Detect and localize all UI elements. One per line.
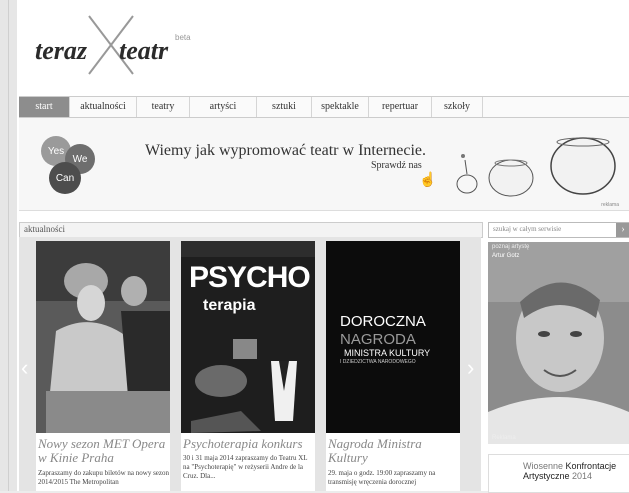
- slider-prev-icon[interactable]: ‹: [21, 355, 28, 381]
- news-card-title[interactable]: Psychoterapia konkurs: [183, 437, 317, 451]
- nav-start[interactable]: start: [19, 97, 70, 117]
- news-section-header: aktualności: [19, 222, 483, 238]
- news-card-excerpt: 29. maja o godz. 19:00 zapraszamy na tra…: [328, 469, 436, 486]
- promo-banner[interactable]: Yes We Can Wiemy jak wypromować teatr w …: [19, 118, 629, 211]
- artist-portrait-image: [488, 242, 629, 444]
- nav-sztuki[interactable]: sztuki: [257, 97, 312, 117]
- nav-spektakle[interactable]: spektakle: [312, 97, 369, 117]
- slider-next-icon[interactable]: ›: [467, 355, 474, 381]
- met-opera-photo[interactable]: [36, 241, 170, 433]
- poster-line-ministra: MINISTRA KULTURY: [344, 348, 431, 358]
- search-submit-icon[interactable]: ›: [616, 223, 629, 237]
- nav-aktualnosci[interactable]: aktualności: [70, 97, 137, 117]
- poster-line-doroczna: DOROCZNA: [340, 313, 426, 330]
- promo-highlight: Konfrontacje: [565, 461, 617, 471]
- artist-section-label: poznaj artystę: [492, 244, 530, 250]
- nav-artysci[interactable]: artyści: [190, 97, 257, 117]
- site-logo[interactable]: teraz teatr beta: [35, 14, 205, 84]
- promo-prefix: Wiosenne: [523, 461, 564, 471]
- news-card-psychoterapia[interactable]: PSYCHO terapia Psychoterapia konkurs 30 …: [181, 241, 315, 491]
- nav-repertuar[interactable]: repertuar: [369, 97, 432, 117]
- fishbowls-illustration: [456, 137, 616, 197]
- news-card-excerpt: 30 i 31 maja 2014 zapraszamy do Teatru X…: [183, 454, 308, 480]
- featured-artist[interactable]: poznaj artystę Artur Gotz Reklama: [488, 242, 629, 444]
- promo-line2: Artystyczne: [523, 471, 570, 481]
- bubble-can: Can: [49, 162, 81, 194]
- banner-slogan: Wiemy jak wypromować teatr w Internecie.: [145, 142, 427, 159]
- poster-title-psycho: PSYCHO: [189, 261, 311, 294]
- news-slider: ‹ › Nowy sezon MET Opera w Kinie Praha Z…: [19, 237, 481, 491]
- logo-word-teatr: teatr: [119, 36, 169, 65]
- news-card-nagroda[interactable]: DOROCZNA NAGRODA MINISTRA KULTURY I DZIE…: [326, 241, 460, 491]
- ad-label: Reklama: [492, 435, 516, 441]
- site-search[interactable]: szukaj w całym serwisie ›: [488, 222, 629, 238]
- beta-badge: beta: [175, 33, 191, 42]
- news-card-excerpt: Zapraszamy do zakupu biletów na nowy sez…: [38, 469, 170, 486]
- logo-word-teraz: teraz: [35, 36, 87, 65]
- nav-teatry[interactable]: teatry: [137, 97, 190, 117]
- news-card-title[interactable]: Nagroda Ministra Kultury: [328, 437, 462, 465]
- yes-we-can-bubbles: Yes We Can: [41, 136, 103, 206]
- banner-cta-link[interactable]: Sprawdź nas: [371, 160, 422, 171]
- news-card-title[interactable]: Nowy sezon MET Opera w Kinie Praha: [38, 437, 172, 465]
- news-card-met-opera[interactable]: Nowy sezon MET Opera w Kinie Praha Zapra…: [36, 241, 170, 491]
- artist-name[interactable]: Artur Gotz: [492, 253, 519, 259]
- promo-text: Wiosenne Konfrontacje Artystyczne 2014: [523, 461, 616, 481]
- main-nav: start aktualności teatry artyści sztuki …: [19, 96, 629, 118]
- news-header-label: aktualności: [24, 224, 65, 234]
- nav-szkoly[interactable]: szkoły: [432, 97, 483, 117]
- pointer-hand-icon: ☝: [419, 173, 437, 188]
- poster-title-terapia: terapia: [203, 297, 256, 314]
- left-strip: [0, 0, 17, 491]
- banner-small-note: reklama: [601, 202, 619, 208]
- poster-line-dziedzictwa: I DZIEDZICTWA NARODOWEGO: [340, 359, 416, 365]
- konfrontacje-promo[interactable]: Wiosenne Konfrontacje Artystyczne 2014: [488, 454, 629, 493]
- opera-couple-image: [36, 241, 170, 433]
- search-input[interactable]: szukaj w całym serwisie: [493, 225, 561, 233]
- psychoterapia-poster[interactable]: PSYCHO terapia: [181, 241, 315, 433]
- poster-line-nagroda: NAGRODA: [340, 331, 416, 348]
- promo-year: 2014: [572, 471, 593, 481]
- nagroda-poster[interactable]: DOROCZNA NAGRODA MINISTRA KULTURY I DZIE…: [326, 241, 460, 433]
- left-rule: [8, 0, 9, 491]
